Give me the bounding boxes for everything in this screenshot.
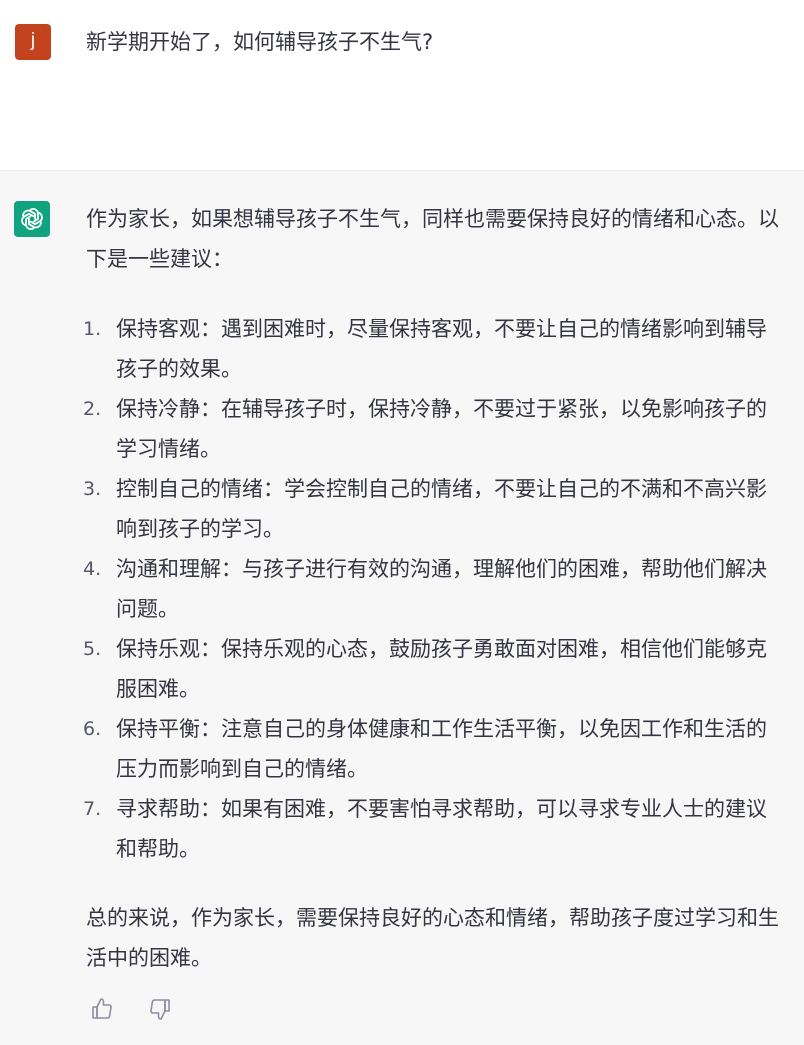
- assistant-message-row: 作为家长，如果想辅导孩子不生气，同样也需要保持良好的情绪和心态。以下是一些建议：…: [0, 170, 804, 1045]
- list-item: 3. 控制自己的情绪：学会控制自己的情绪，不要让自己的不满和不高兴影响到孩子的学习…: [83, 469, 786, 549]
- list-item-number: 6.: [83, 718, 102, 740]
- thumbs-up-icon[interactable]: [90, 997, 114, 1021]
- list-item: 2. 保持冷静：在辅导孩子时，保持冷静，不要过于紧张，以免影响孩子的学习情绪。: [83, 389, 786, 469]
- list-item-number: 5.: [83, 638, 102, 660]
- thumbs-down-icon[interactable]: [148, 997, 172, 1021]
- list-item: 5. 保持乐观：保持乐观的心态，鼓励孩子勇敢面对困难，相信他们能够克服困难。: [83, 629, 786, 709]
- list-item-number: 3.: [83, 478, 102, 500]
- assistant-message-content: 作为家长，如果想辅导孩子不生气，同样也需要保持良好的情绪和心态。以下是一些建议：…: [83, 199, 786, 978]
- list-item: 6. 保持平衡：注意自己的身体健康和工作生活平衡，以免因工作和生活的压力而影响到自…: [83, 709, 786, 789]
- list-item-text: 保持冷静：在辅导孩子时，保持冷静，不要过于紧张，以免影响孩子的学习情绪。: [116, 397, 767, 461]
- feedback-buttons: [90, 997, 172, 1021]
- list-item: 1. 保持客观：遇到困难时，尽量保持客观，不要让自己的情绪影响到辅导孩子的效果。: [83, 309, 786, 389]
- list-item-number: 1.: [83, 318, 102, 340]
- list-item-text: 控制自己的情绪：学会控制自己的情绪，不要让自己的不满和不高兴影响到孩子的学习。: [116, 477, 767, 541]
- list-item-text: 沟通和理解：与孩子进行有效的沟通，理解他们的困难，帮助他们解决问题。: [116, 557, 767, 621]
- list-item-number: 7.: [83, 798, 102, 820]
- assistant-intro: 作为家长，如果想辅导孩子不生气，同样也需要保持良好的情绪和心态。以下是一些建议：: [86, 207, 779, 271]
- list-item-number: 4.: [83, 558, 102, 580]
- list-item-text: 保持平衡：注意自己的身体健康和工作生活平衡，以免因工作和生活的压力而影响到自己的…: [116, 717, 767, 781]
- suggestion-list: 1. 保持客观：遇到困难时，尽量保持客观，不要让自己的情绪影响到辅导孩子的效果。 …: [83, 309, 786, 869]
- list-item: 7. 寻求帮助：如果有困难，不要害怕寻求帮助，可以寻求专业人士的建议和帮助。: [83, 789, 786, 869]
- list-item: 4. 沟通和理解：与孩子进行有效的沟通，理解他们的困难，帮助他们解决问题。: [83, 549, 786, 629]
- openai-logo-icon: [14, 201, 50, 237]
- list-item-number: 2.: [83, 398, 102, 420]
- list-item-text: 保持乐观：保持乐观的心态，鼓励孩子勇敢面对困难，相信他们能够克服困难。: [116, 637, 767, 701]
- user-message-text: 新学期开始了，如何辅导孩子不生气?: [86, 30, 434, 54]
- assistant-conclusion: 总的来说，作为家长，需要保持良好的心态和情绪，帮助孩子度过学习和生活中的困难。: [86, 906, 779, 970]
- user-message-row: j 新学期开始了，如何辅导孩子不生气?: [0, 0, 804, 170]
- list-item-text: 寻求帮助：如果有困难，不要害怕寻求帮助，可以寻求专业人士的建议和帮助。: [116, 797, 767, 861]
- user-avatar: j: [15, 24, 51, 60]
- list-item-text: 保持客观：遇到困难时，尽量保持客观，不要让自己的情绪影响到辅导孩子的效果。: [116, 317, 767, 381]
